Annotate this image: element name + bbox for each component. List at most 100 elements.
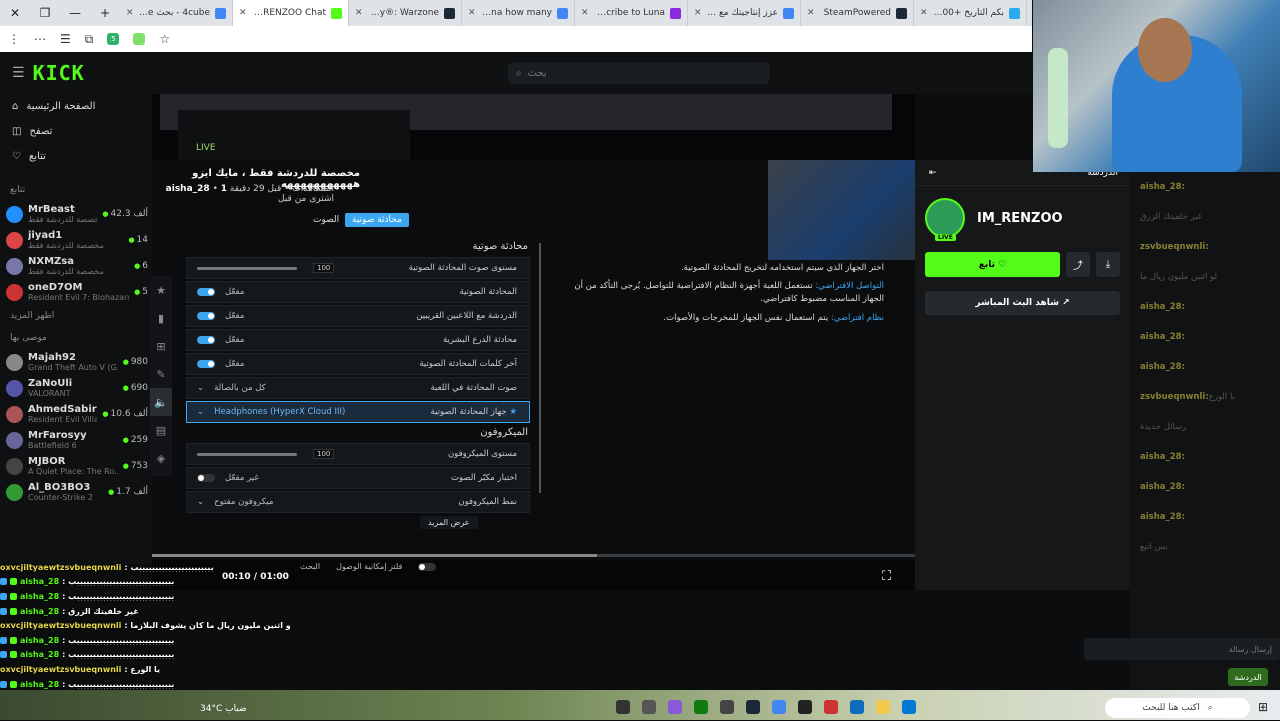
setting-value[interactable]: غير مفعّل [197, 473, 259, 483]
sidebar-channel[interactable]: ZaNoUliVALORANT 690 [0, 375, 152, 401]
follow-button[interactable]: تابع ♡ [925, 252, 1060, 277]
edge-icon[interactable] [902, 700, 916, 714]
network-icon[interactable]: ◈ [150, 444, 172, 472]
puzzle-icon[interactable]: ⧉ [85, 32, 94, 47]
sidebar-channel[interactable]: NXMZsaمخصصة للدردشة فقط 6 [0, 253, 152, 279]
sidebar-channel[interactable]: Majah92Grand Theft Auto V (G... 980 [0, 349, 152, 375]
tab-close-icon[interactable]: ✕ [920, 8, 928, 18]
tab-voice-chat[interactable]: محادثة صوتية [345, 213, 409, 227]
setting-row[interactable]: 100 مستوى الميكروفون [186, 443, 530, 465]
sidebar-channel[interactable]: Al_BO3BO3Counter-Strike 2 1.7 ألف [0, 479, 152, 505]
kick-logo[interactable]: KICK [33, 61, 85, 85]
volume-slider[interactable] [197, 266, 297, 270]
taskbar-weather[interactable]: 34°C ضباب [200, 704, 247, 714]
collapse-icon[interactable]: ⇤ [929, 168, 937, 178]
taskbar-search[interactable]: اكتب هنا للبحث ⌕ [1105, 698, 1250, 718]
show-more-link[interactable]: اظهر المزيد [0, 305, 152, 327]
setting-row[interactable]: ⌄ كل من بالصالة صوت المحادثة في اللعبة [186, 377, 530, 399]
close-window-icon[interactable]: ✕ [0, 0, 30, 26]
setting-row[interactable]: غير مفعّل اختبار مكبّر الصوت [186, 467, 530, 489]
browser-tab[interactable]: ✕ SteamPowered [801, 0, 914, 26]
tab-sound[interactable]: الصوت [306, 213, 346, 227]
accessibility-filter-control[interactable]: فلتر إمكانية الوصول [336, 562, 402, 571]
chat-send-button[interactable]: الدردشة [1228, 668, 1268, 686]
sidebar-channel[interactable]: MrFarosyyBattlefield 6 259 [0, 427, 152, 453]
windows-start-icon[interactable]: ⊞ [1258, 700, 1268, 714]
channel-name[interactable]: IM_RENZOO [977, 211, 1063, 226]
extension-icon[interactable]: ⋯ [34, 32, 46, 46]
browser-tab[interactable]: ✕ عزز إنتاجيتك مع Pro [688, 0, 801, 26]
pencil-icon[interactable]: ✎ [150, 360, 172, 388]
app-icon[interactable] [824, 700, 838, 714]
tab-close-icon[interactable]: ✕ [694, 8, 702, 18]
share-icon[interactable]: ⤴ [1066, 252, 1090, 277]
tab-close-icon[interactable]: ✕ [239, 8, 247, 18]
app-icon[interactable] [850, 700, 864, 714]
speaker-icon[interactable]: 🔈 [150, 388, 172, 416]
watch-live-button[interactable]: شاهد البث المباشر ↗ [925, 291, 1120, 315]
minimize-window-icon[interactable]: — [60, 0, 90, 26]
browser-tab[interactable]: ✕ Subscribe to Luna+ [575, 0, 688, 26]
gamepad-icon[interactable]: ⊞ [150, 332, 172, 360]
nav-browse[interactable]: ◫ تصفح [0, 119, 152, 144]
browser-tab[interactable]: ✕ Call of Duty®: Warzone [349, 0, 462, 26]
tab-close-icon[interactable]: ✕ [468, 8, 476, 18]
setting-toggle[interactable] [197, 474, 215, 482]
extension-badge-icon[interactable]: 5 [107, 33, 120, 45]
setting-value[interactable]: ⌄ Headphones (HyperX Cloud III) [197, 407, 345, 417]
chat-input[interactable]: إرسال رسالة [1084, 638, 1280, 660]
tab-close-icon[interactable]: ✕ [581, 8, 589, 18]
browser-tab[interactable]: ✕ amazon luna how many [462, 0, 575, 26]
setting-row[interactable]: مفعّل الدردشة مع اللاعبين القريبين [186, 305, 530, 327]
setting-toggle[interactable] [197, 288, 215, 296]
settings-scrollbar[interactable] [539, 243, 541, 493]
sidebar-channel[interactable]: oneD7OMResident Evil 7: Biohazard 5 [0, 279, 152, 305]
setting-row[interactable]: مفعّل آخر كلمات المحادثة الصوتية [186, 353, 530, 375]
setting-toggle[interactable] [197, 336, 215, 344]
xbox-icon[interactable] [694, 700, 708, 714]
bookmark-star-icon[interactable]: ☆ [159, 32, 170, 46]
search-input[interactable]: بحث ⌕ [508, 62, 770, 84]
browser-tab[interactable]: ✕ بكم التاريخ +40000 [914, 0, 1027, 26]
setting-toggle[interactable] [197, 312, 215, 320]
setting-row[interactable]: ⌄ ميكروفون مفتوح نمط الميكروفون [186, 491, 530, 513]
nav-following[interactable]: ♡ تتابع [0, 144, 152, 169]
nav-home[interactable]: ⌂ الصفحة الرئيسية [0, 94, 152, 119]
setting-toggle[interactable] [197, 360, 215, 368]
hamburger-icon[interactable]: ☰ [12, 65, 25, 81]
star-icon[interactable]: ★ [150, 276, 172, 304]
setting-row[interactable]: 100 مستوى صوت المحادثة الصوتية [186, 257, 530, 279]
search-control[interactable]: البحث [300, 562, 320, 571]
tab-close-icon[interactable]: ✕ [807, 8, 815, 18]
browser-tab[interactable]: ✕ IM_RENZOO Chat [233, 0, 349, 26]
setting-value[interactable]: مفعّل [197, 311, 244, 321]
sidebar-channel[interactable]: MJBORA Quiet Place: The Ro... 753 [0, 453, 152, 479]
setting-row[interactable]: مفعّل المحادثة الصوتية [186, 281, 530, 303]
chrome-icon[interactable] [772, 700, 786, 714]
new-tab-icon[interactable]: + [90, 0, 120, 26]
setting-value[interactable]: 100 [197, 449, 335, 459]
app-icon[interactable] [668, 700, 682, 714]
setting-value[interactable]: مفعّل [197, 359, 244, 369]
show-more-button[interactable]: عرض المزيد [420, 516, 478, 529]
grid-icon[interactable]: ▤ [150, 416, 172, 444]
download-icon[interactable]: ⤓ [1096, 252, 1120, 277]
app-icon[interactable] [798, 700, 812, 714]
sidebar-channel[interactable]: MrBeastمخصصة للدردشة فقط 42.3 ألف [0, 201, 152, 227]
reading-list-icon[interactable]: ☰ [60, 32, 71, 46]
app-icon[interactable] [720, 700, 734, 714]
tab-close-icon[interactable]: ✕ [126, 8, 134, 18]
channel-avatar[interactable]: LIVE [925, 198, 965, 241]
setting-row[interactable]: ⌄ Headphones (HyperX Cloud III) ★ جهاز الم… [186, 401, 530, 423]
steam-icon[interactable] [746, 700, 760, 714]
setting-value[interactable]: مفعّل [197, 287, 244, 297]
mouse-icon[interactable]: ▮ [150, 304, 172, 332]
epic-icon[interactable] [616, 700, 630, 714]
extension-green-icon[interactable] [133, 33, 146, 45]
sidebar-channel[interactable]: jiyad1مخصصة للدردشة فقط 14 [0, 227, 152, 253]
app-icon[interactable] [642, 700, 656, 714]
fullscreen-icon[interactable]: ⛶ [882, 569, 891, 584]
setting-value[interactable]: ⌄ ميكروفون مفتوح [197, 497, 273, 507]
browser-tab[interactable]: ✕ 4cube - بحث Google [120, 0, 233, 26]
volume-slider[interactable] [197, 452, 297, 456]
